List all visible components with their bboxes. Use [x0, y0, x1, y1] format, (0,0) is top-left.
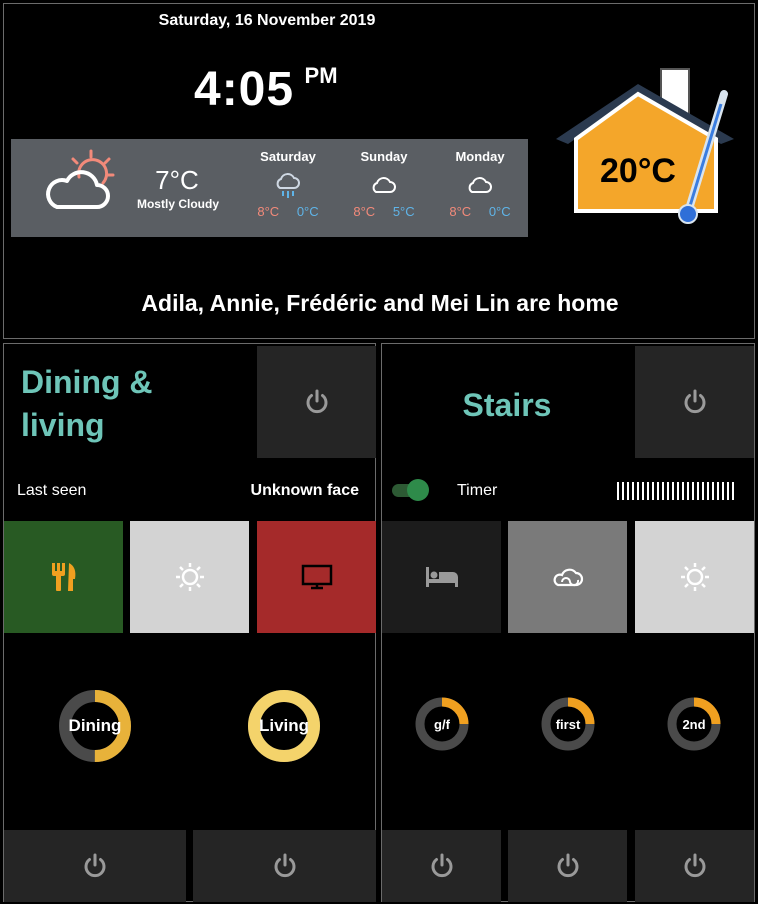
clock: 4:05 PM	[194, 62, 338, 117]
cloud-swirl-icon	[553, 568, 583, 587]
power-icon	[431, 853, 452, 878]
dimmer-first-floor[interactable]: first	[540, 696, 596, 752]
forecast-day: Monday	[455, 149, 505, 164]
last-seen-value: Unknown face	[250, 482, 359, 499]
dimmer-label: g/f	[434, 716, 450, 732]
cloud-icon	[432, 172, 528, 200]
utensils-icon	[51, 563, 75, 591]
weather-widget[interactable]: 7°C Mostly Cloudy Saturday 8°C 0°C Sunda…	[11, 139, 528, 237]
dimmer-label: Living	[258, 716, 310, 735]
dimmer-living[interactable]: Living	[247, 689, 321, 763]
forecast-low: 5°C	[392, 204, 415, 219]
partly-cloudy-day-icon	[39, 147, 117, 220]
scene-bright-button[interactable]	[635, 521, 754, 633]
power-icon	[557, 853, 578, 878]
scene-bright-button[interactable]	[130, 521, 249, 633]
ampm-label: PM	[304, 63, 338, 88]
power-icon	[306, 389, 327, 414]
current-condition: Mostly Cloudy	[136, 197, 219, 211]
dining-living-panel: Dining & living Last seen Unknown face D…	[3, 343, 376, 902]
dimmer-label: 2nd	[682, 716, 706, 732]
header-panel: Saturday, 16 November 2019 4:05 PM 7°C M…	[3, 3, 755, 339]
stairs-power-button[interactable]	[635, 346, 754, 458]
forecast-high: 8°C	[353, 204, 376, 219]
forecast-saturday: Saturday 8°C 0°C	[240, 139, 336, 237]
scene-dining-button[interactable]	[4, 521, 123, 633]
scene-night-button[interactable]	[382, 521, 501, 633]
indoor-temp: 20°C	[600, 152, 676, 190]
forecast-day: Sunday	[360, 149, 408, 164]
house-thermostat-widget[interactable]: 20°C	[556, 64, 741, 229]
tv-icon	[301, 564, 332, 590]
power-icon	[274, 853, 295, 878]
forecast-low: 0°C	[296, 204, 319, 219]
sun-icon	[680, 563, 709, 591]
time-label: 4:05	[194, 63, 295, 116]
dimmer-label: first	[555, 716, 581, 732]
house-thermometer-icon	[556, 68, 734, 224]
date-label: Saturday, 16 November 2019	[158, 12, 376, 29]
dining-living-power-button[interactable]	[257, 346, 376, 458]
current-temp: 7°C	[155, 165, 199, 195]
bed-icon	[425, 567, 458, 587]
forecast-low: 0°C	[488, 204, 511, 219]
forecast-day: Saturday	[260, 149, 316, 164]
presence-status: Adila, Annie, Frédéric and Mei Lin are h…	[141, 290, 619, 316]
ground-floor-power-button[interactable]	[382, 830, 501, 902]
forecast-high: 8°C	[449, 204, 472, 219]
forecast-sunday: Sunday 8°C 5°C	[336, 139, 432, 237]
scene-ambient-button[interactable]	[508, 521, 627, 633]
timer-progress-bars	[617, 482, 737, 500]
room-title: Stairs	[462, 387, 552, 423]
first-floor-power-button[interactable]	[508, 830, 627, 902]
second-floor-power-button[interactable]	[635, 830, 754, 902]
power-icon	[684, 853, 705, 878]
dimmer-label: Dining	[68, 716, 122, 735]
power-icon	[84, 853, 106, 878]
room-title: Dining & living	[21, 364, 153, 443]
scene-tv-button[interactable]	[257, 521, 376, 633]
dining-power-button[interactable]	[4, 830, 186, 902]
timer-label: Timer	[457, 482, 498, 499]
dimmer-dining[interactable]: Dining	[58, 689, 132, 763]
forecast-monday: Monday 8°C 0°C	[432, 139, 528, 237]
stairs-panel: Stairs Timer g/f first 2nd	[381, 343, 755, 902]
living-power-button[interactable]	[193, 830, 376, 902]
last-seen-label: Last seen	[17, 482, 87, 499]
dimmer-ground-floor[interactable]: g/f	[414, 696, 470, 752]
timer-toggle[interactable]	[392, 479, 430, 501]
cloud-icon	[336, 172, 432, 200]
sun-icon	[175, 563, 204, 591]
forecast-high: 8°C	[257, 204, 280, 219]
dimmer-second-floor[interactable]: 2nd	[666, 696, 722, 752]
rain-cloud-icon	[240, 172, 336, 200]
power-icon	[684, 389, 705, 414]
